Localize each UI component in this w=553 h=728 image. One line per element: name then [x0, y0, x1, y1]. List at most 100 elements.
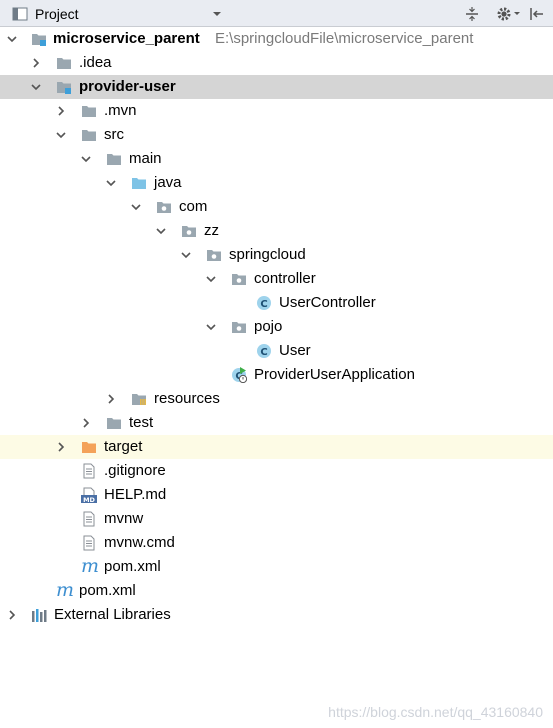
tree-row-test[interactable]: test [0, 411, 553, 435]
folder-icon [107, 418, 121, 429]
tree-row-external-libraries[interactable]: External Libraries [0, 603, 553, 627]
package-icon [207, 250, 221, 261]
expand-arrow-icon[interactable] [28, 79, 44, 95]
tree-item-label: .idea [79, 54, 112, 71]
maven-icon: m [56, 579, 75, 601]
folder-icon [82, 106, 96, 117]
tree-row-provider-user-application[interactable]: C ProviderUserApplication [0, 363, 553, 387]
expand-arrow-icon[interactable] [4, 31, 20, 47]
package-icon [157, 202, 171, 213]
folder-icon [57, 58, 71, 69]
text-file-icon [83, 463, 95, 479]
expand-arrow-icon[interactable] [78, 151, 94, 167]
svg-text:C: C [260, 347, 267, 358]
package-icon [182, 226, 196, 237]
text-file-icon [83, 511, 95, 527]
spring-boot-class-icon: C [232, 367, 247, 383]
tree-item-label: .gitignore [104, 462, 166, 479]
collapse-arrow-icon[interactable] [103, 391, 119, 407]
tree-row-root-pom[interactable]: m pom.xml [0, 579, 553, 603]
project-view-selector[interactable]: Project [35, 0, 79, 27]
tree-row-user[interactable]: C User [0, 339, 553, 363]
tree-item-label: java [154, 174, 182, 191]
tree-item-label: User [279, 342, 311, 359]
text-file-icon [83, 535, 95, 551]
tree-item-label: src [104, 126, 124, 143]
tree-row-controller[interactable]: controller [0, 267, 553, 291]
tree-row-zz[interactable]: zz [0, 219, 553, 243]
tree-item-label: pom.xml [104, 558, 161, 575]
folder-icon [107, 154, 121, 165]
tree-item-label: mvnw.cmd [104, 534, 175, 551]
maven-icon: m [81, 555, 100, 577]
tree-row-com[interactable]: com [0, 195, 553, 219]
tree-row-pojo[interactable]: pojo [0, 315, 553, 339]
project-tool-window-header: Project [0, 0, 553, 27]
tree-item-label: zz [204, 222, 219, 239]
tree-row-src[interactable]: src [0, 123, 553, 147]
tree-row-user-controller[interactable]: C UserController [0, 291, 553, 315]
tree-row-main[interactable]: main [0, 147, 553, 171]
tree-row-mvnw-cmd[interactable]: mvnw.cmd [0, 531, 553, 555]
tree-item-label: com [179, 198, 208, 215]
tree-item-label: controller [254, 270, 316, 287]
module-folder-icon [32, 34, 46, 46]
tree-row-idea[interactable]: .idea [0, 51, 553, 75]
expand-arrow-icon[interactable] [203, 271, 219, 287]
hide-panel-icon[interactable] [529, 0, 545, 27]
expand-arrow-icon[interactable] [128, 199, 144, 215]
collapse-arrow-icon[interactable] [53, 439, 69, 455]
tree-row-target[interactable]: target [0, 435, 553, 459]
tree-row-gitignore[interactable]: .gitignore [0, 459, 553, 483]
tree-item-label: pom.xml [79, 582, 136, 599]
tree-item-label: resources [154, 390, 220, 407]
tree-item-label: .mvn [104, 102, 137, 119]
tree-item-label: UserController [279, 294, 376, 311]
settings-gear-icon[interactable] [496, 0, 512, 27]
tree-item-label: microservice_parent [53, 30, 200, 47]
svg-text:C: C [260, 299, 267, 310]
tree-item-label: ProviderUserApplication [254, 366, 415, 383]
tree-item-label: mvnw [104, 510, 144, 527]
tree-item-label: HELP.md [104, 486, 167, 503]
tree-item-label: springcloud [229, 246, 306, 263]
library-icon [32, 609, 47, 622]
expand-arrow-icon[interactable] [53, 127, 69, 143]
tree-row-resources[interactable]: resources [0, 387, 553, 411]
package-icon [232, 274, 246, 285]
expand-arrow-icon[interactable] [103, 175, 119, 191]
markdown-file-icon: MD [81, 487, 97, 503]
collapse-arrow-icon[interactable] [28, 55, 44, 71]
tree-row-springcloud[interactable]: springcloud [0, 243, 553, 267]
java-class-icon: C [257, 344, 271, 358]
resources-folder-icon [132, 394, 146, 405]
tree-row-provider-user[interactable]: provider-user [0, 75, 553, 99]
tree-row-module-pom[interactable]: m pom.xml [0, 555, 553, 579]
java-class-icon: C [257, 296, 271, 310]
module-folder-icon [57, 82, 71, 94]
settings-dropdown-icon[interactable] [513, 0, 521, 27]
tree-item-label: provider-user [79, 78, 176, 95]
dropdown-chevron-icon[interactable] [211, 0, 223, 27]
svg-text:MD: MD [83, 496, 95, 503]
collapse-all-icon[interactable] [464, 0, 480, 27]
expand-arrow-icon[interactable] [153, 223, 169, 239]
tree-row-mvn[interactable]: .mvn [0, 99, 553, 123]
expand-arrow-icon[interactable] [203, 319, 219, 335]
source-folder-icon [132, 178, 146, 189]
tree-row-java[interactable]: java [0, 171, 553, 195]
collapse-arrow-icon[interactable] [53, 103, 69, 119]
collapse-arrow-icon[interactable] [78, 415, 94, 431]
tree-item-label: pojo [254, 318, 283, 335]
tree-item-label: main [129, 150, 162, 167]
expand-arrow-icon[interactable] [178, 247, 194, 263]
module-path: E:\springcloudFile\microservice_parent [215, 30, 474, 47]
collapse-arrow-icon[interactable] [4, 607, 20, 623]
tree-row-help-md[interactable]: MD HELP.md [0, 483, 553, 507]
tree-row-mvnw[interactable]: mvnw [0, 507, 553, 531]
tree-row-microservice-parent[interactable]: microservice_parent E:\springcloudFile\m… [0, 27, 553, 51]
watermark: https://blog.csdn.net/qq_43160840 [328, 704, 543, 720]
package-icon [232, 322, 246, 333]
tree-item-label: target [104, 438, 143, 455]
excluded-folder-icon [82, 442, 96, 453]
